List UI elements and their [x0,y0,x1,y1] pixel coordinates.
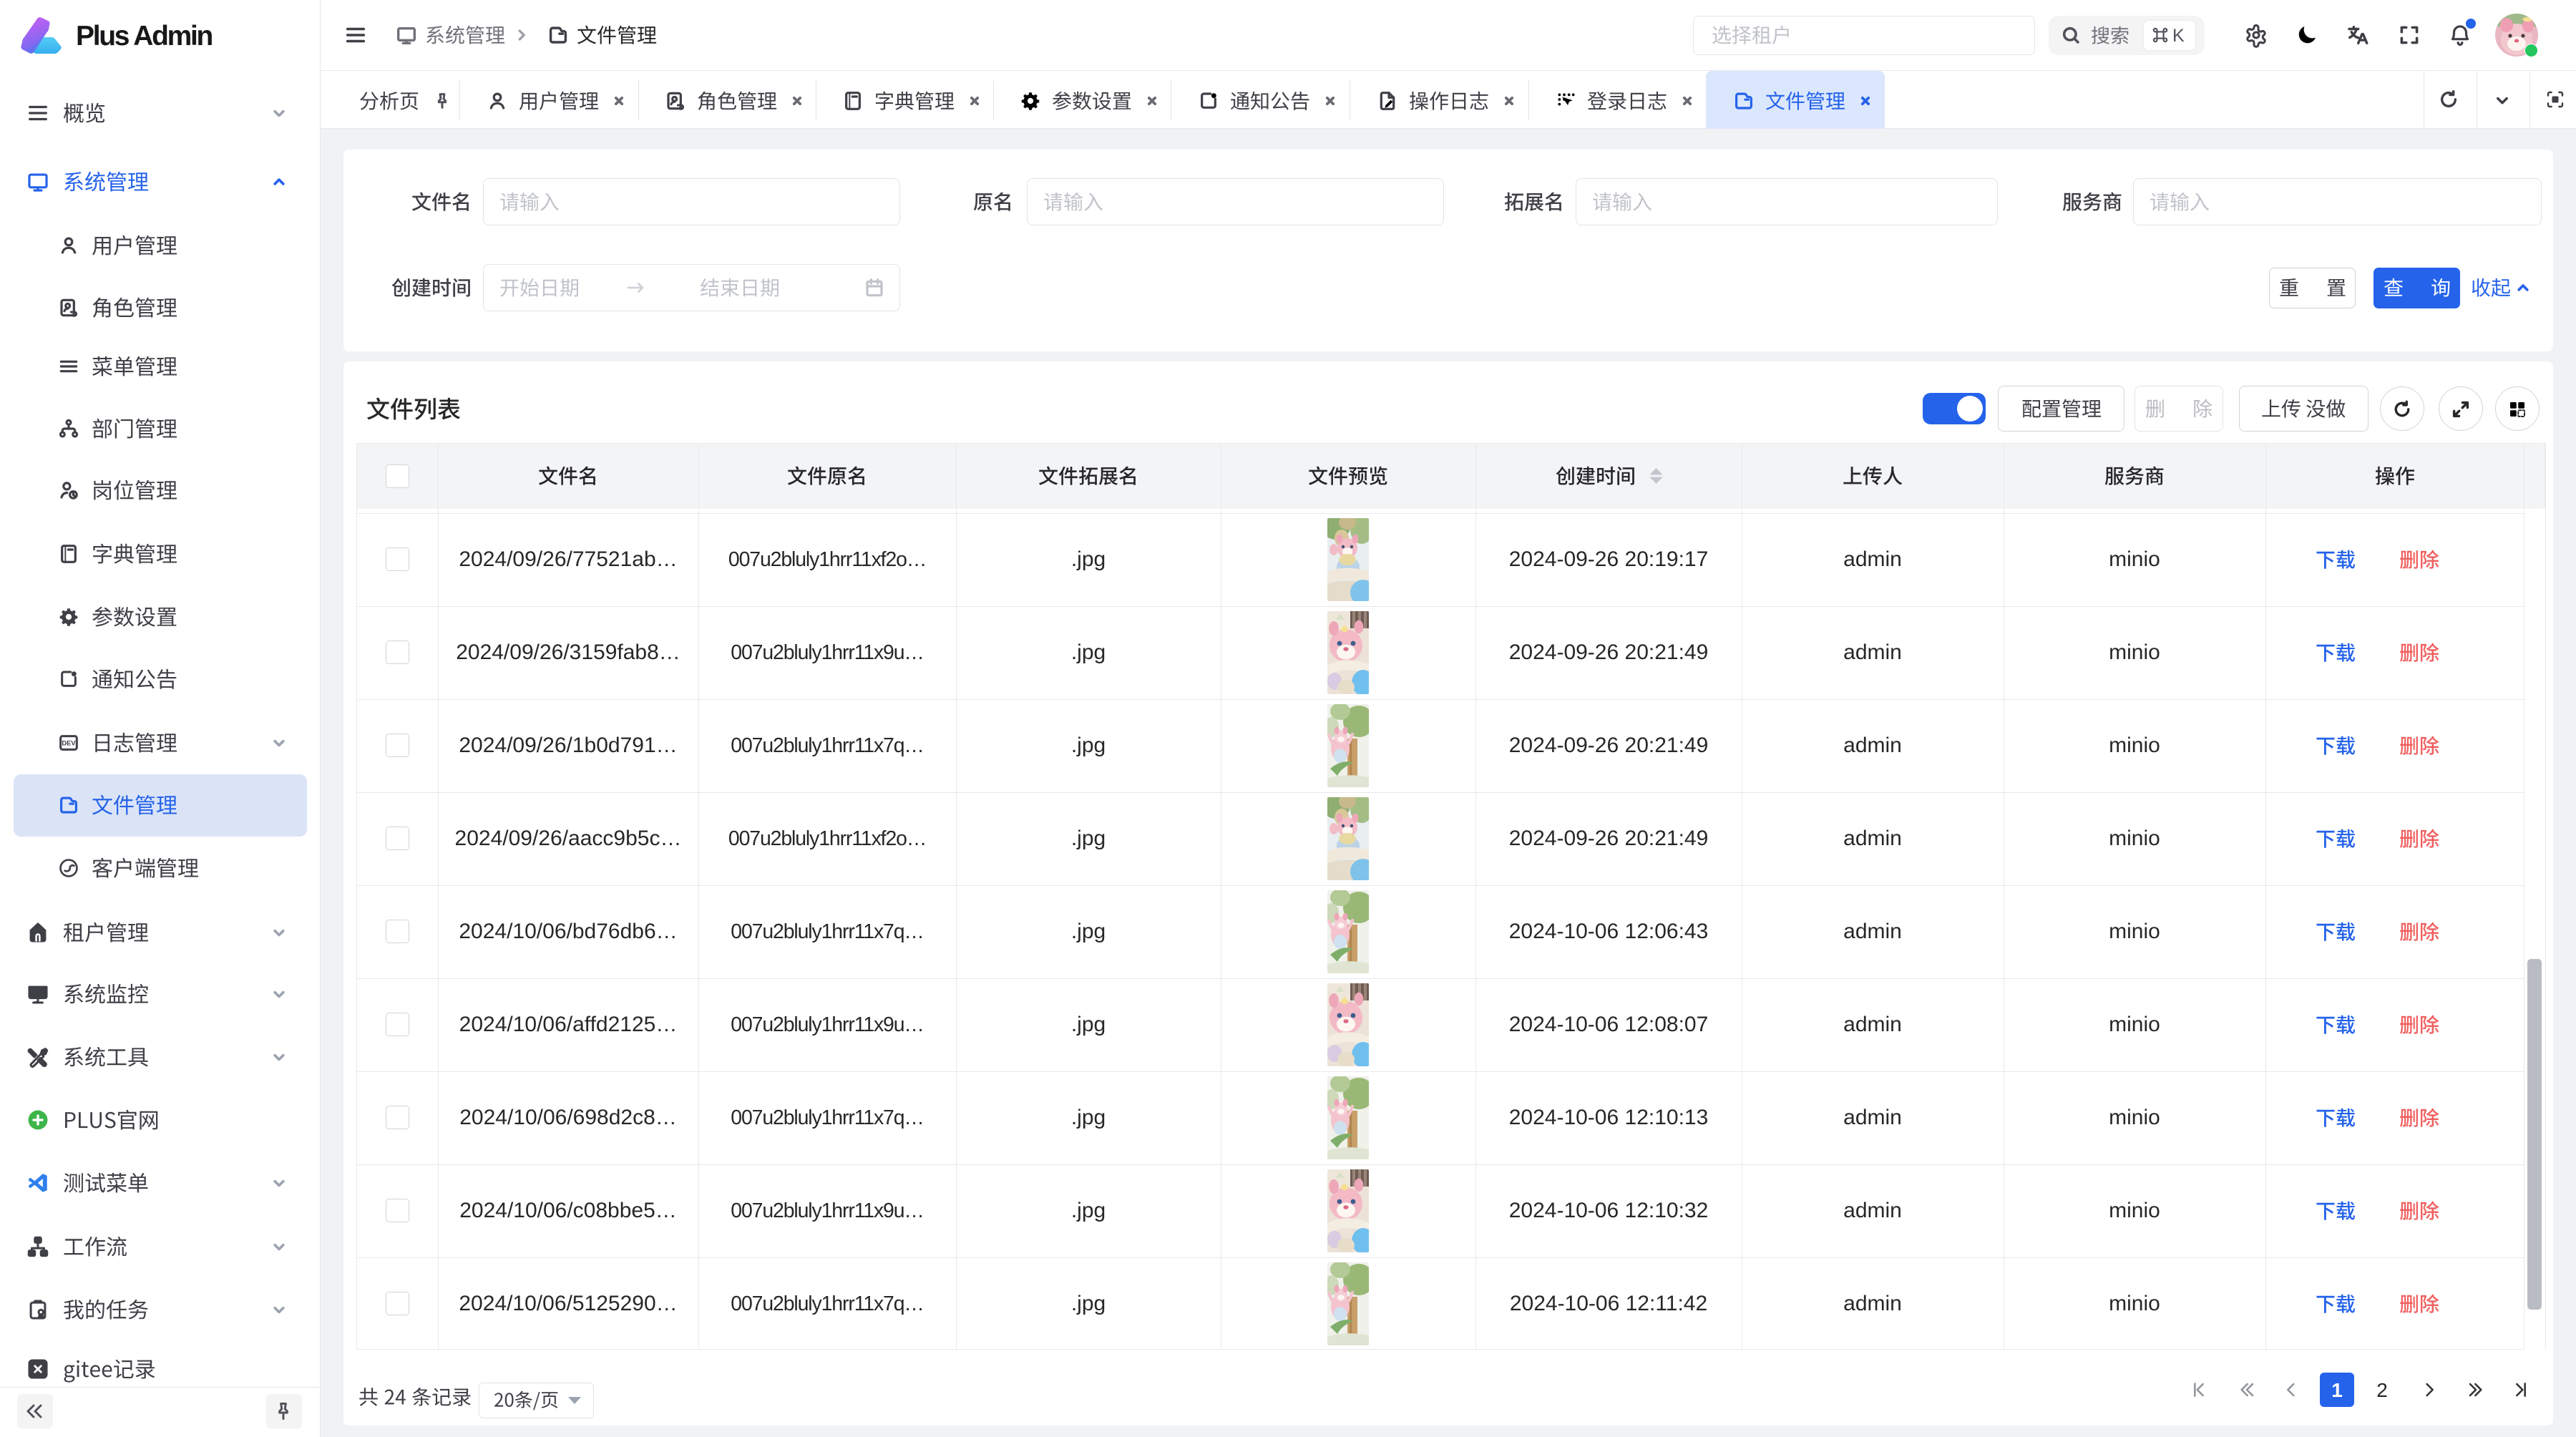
svg-text:DEV: DEV [62,740,76,747]
